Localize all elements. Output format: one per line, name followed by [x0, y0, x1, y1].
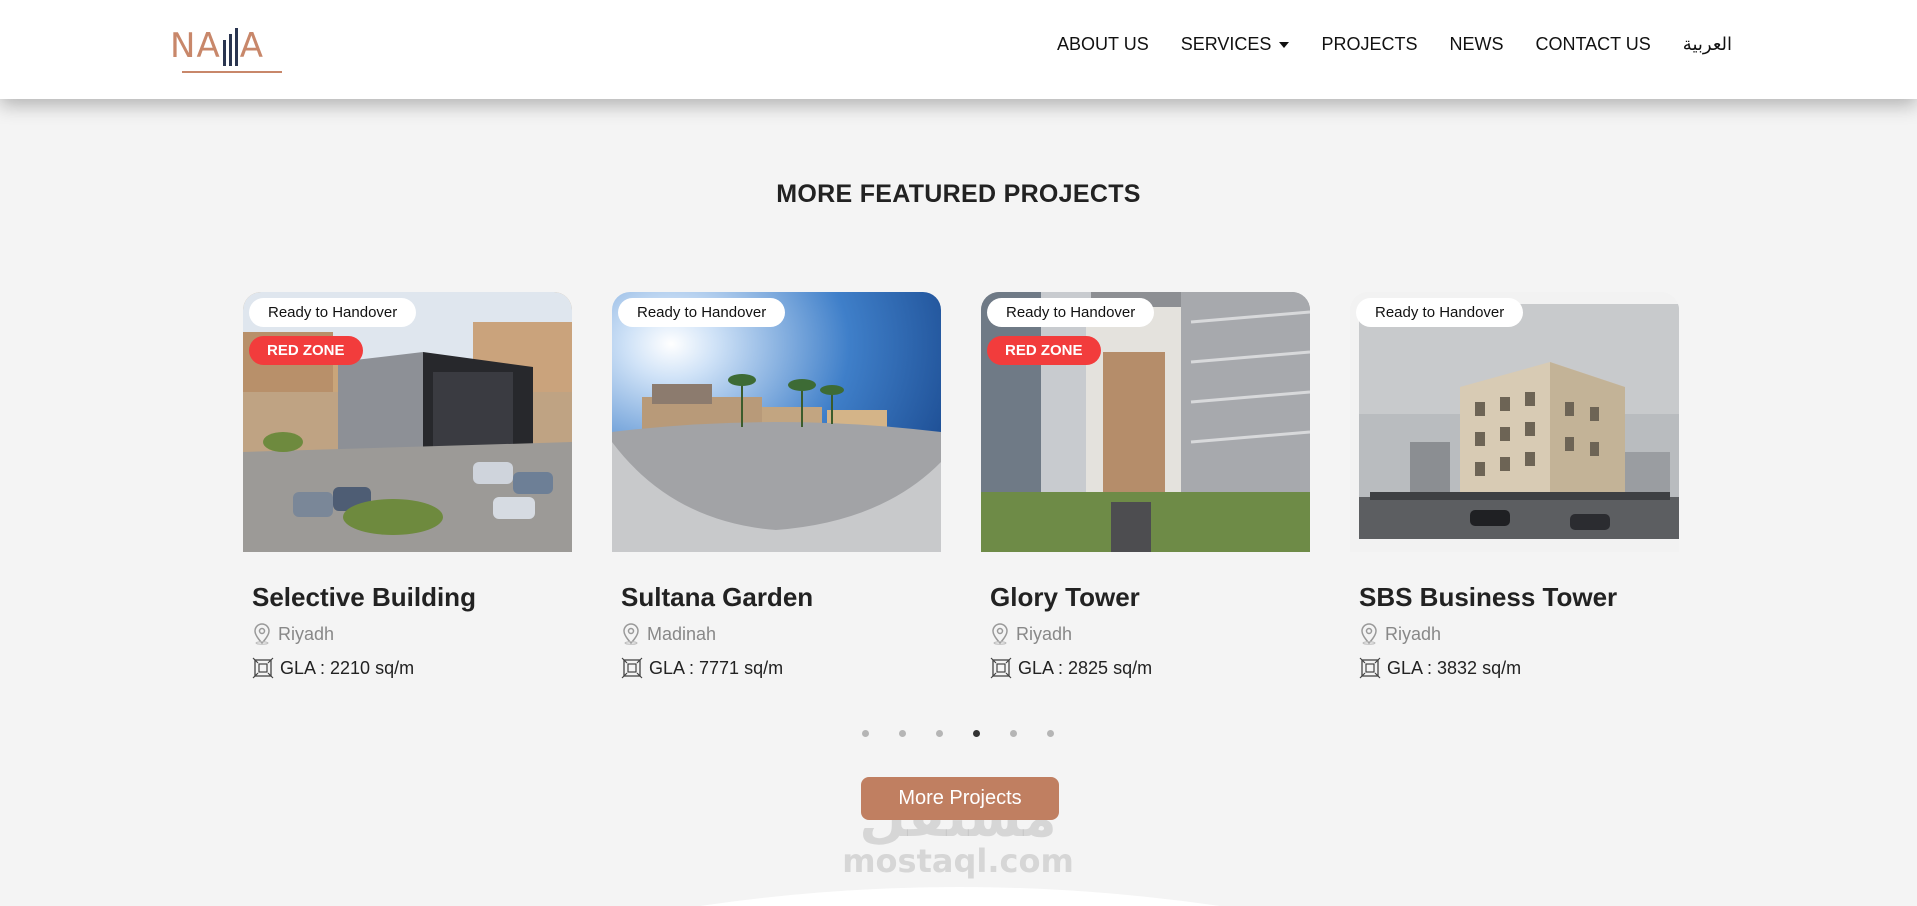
project-city: Madinah: [647, 623, 717, 644]
carousel-dot[interactable]: [1010, 730, 1017, 737]
project-location: Riyadh: [1359, 623, 1679, 645]
project-card[interactable]: Ready to Handover RED ZONE Selective Bui…: [243, 292, 572, 679]
project-gla-value: GLA : 2210 sq/m: [280, 657, 415, 678]
carousel-dot-active[interactable]: [973, 730, 980, 737]
status-badge: Ready to Handover: [618, 298, 786, 327]
watermark-latin: mostaql.com: [842, 842, 1074, 880]
project-location: Riyadh: [990, 623, 1310, 645]
sultana-garden-photo: [612, 292, 941, 552]
area-icon: [252, 657, 274, 679]
status-badge: Ready to Handover: [249, 298, 417, 327]
project-gla: GLA : 3832 sq/m: [1359, 657, 1679, 679]
carousel-dot[interactable]: [936, 730, 943, 737]
brand-logo[interactable]: NA A: [170, 22, 300, 77]
nav-language-switch[interactable]: العربية: [1683, 34, 1732, 55]
project-name[interactable]: Selective Building: [252, 582, 572, 613]
project-name[interactable]: Glory Tower: [990, 582, 1310, 613]
site-header: NA A ABOUT US SERVICES PROJECTS NEWS CON…: [0, 0, 1917, 99]
project-gla: GLA : 2210 sq/m: [252, 657, 572, 679]
carousel-dot[interactable]: [899, 730, 906, 737]
location-pin-icon: [254, 623, 270, 645]
location-pin-icon: [623, 623, 639, 645]
zone-badge: RED ZONE: [987, 336, 1101, 365]
project-card[interactable]: Ready to Handover Sultana Garden Madinah…: [612, 292, 941, 679]
logo-wordmark: NA A: [170, 26, 264, 66]
carousel-dot[interactable]: [862, 730, 869, 737]
project-gla-value: GLA : 3832 sq/m: [1387, 657, 1522, 678]
main-nav: ABOUT US SERVICES PROJECTS NEWS CONTACT …: [1057, 34, 1732, 55]
nav-about-us[interactable]: ABOUT US: [1057, 34, 1149, 55]
selective-building-photo: [243, 292, 572, 552]
status-badge: Ready to Handover: [1356, 298, 1524, 327]
zone-badge: RED ZONE: [249, 336, 363, 365]
nav-contact-us[interactable]: CONTACT US: [1535, 34, 1650, 55]
project-name[interactable]: Sultana Garden: [621, 582, 941, 613]
project-image[interactable]: Ready to Handover: [1350, 292, 1679, 552]
logo-underline: [182, 71, 282, 73]
nav-news[interactable]: NEWS: [1449, 34, 1503, 55]
area-icon: [990, 657, 1012, 679]
section-title: MORE FEATURED PROJECTS: [776, 180, 1141, 208]
project-gla-value: GLA : 7771 sq/m: [649, 657, 784, 678]
area-icon: [621, 657, 643, 679]
project-image[interactable]: Ready to Handover RED ZONE: [981, 292, 1310, 552]
project-city: Riyadh: [278, 623, 335, 644]
project-name[interactable]: SBS Business Tower: [1359, 582, 1679, 613]
project-location: Madinah: [621, 623, 941, 645]
project-carousel: Ready to Handover RED ZONE Selective Bui…: [243, 292, 1679, 679]
sbs-business-tower-photo: [1350, 292, 1679, 552]
area-icon: [1359, 657, 1381, 679]
nav-projects[interactable]: PROJECTS: [1321, 34, 1417, 55]
glory-tower-photo: [981, 292, 1310, 552]
project-gla: GLA : 2825 sq/m: [990, 657, 1310, 679]
project-gla: GLA : 7771 sq/m: [621, 657, 941, 679]
nav-services[interactable]: SERVICES: [1181, 34, 1290, 55]
caret-down-icon: [1279, 41, 1290, 48]
project-card[interactable]: Ready to Handover SBS Business Tower Riy…: [1350, 292, 1679, 679]
project-image[interactable]: Ready to Handover RED ZONE: [243, 292, 572, 552]
project-card[interactable]: Ready to Handover RED ZONE Glory Tower R…: [981, 292, 1310, 679]
nav-services-label: SERVICES: [1180, 34, 1272, 54]
project-city: Riyadh: [1385, 623, 1442, 644]
project-location: Riyadh: [252, 623, 572, 645]
location-pin-icon: [1361, 623, 1377, 645]
carousel-dot[interactable]: [1047, 730, 1054, 737]
more-projects-button[interactable]: More Projects: [861, 777, 1059, 820]
carousel-pagination: [862, 730, 1054, 737]
status-badge: Ready to Handover: [987, 298, 1155, 327]
project-city: Riyadh: [1016, 623, 1073, 644]
project-image[interactable]: Ready to Handover: [612, 292, 941, 552]
location-pin-icon: [992, 623, 1008, 645]
project-gla-value: GLA : 2825 sq/m: [1018, 657, 1153, 678]
